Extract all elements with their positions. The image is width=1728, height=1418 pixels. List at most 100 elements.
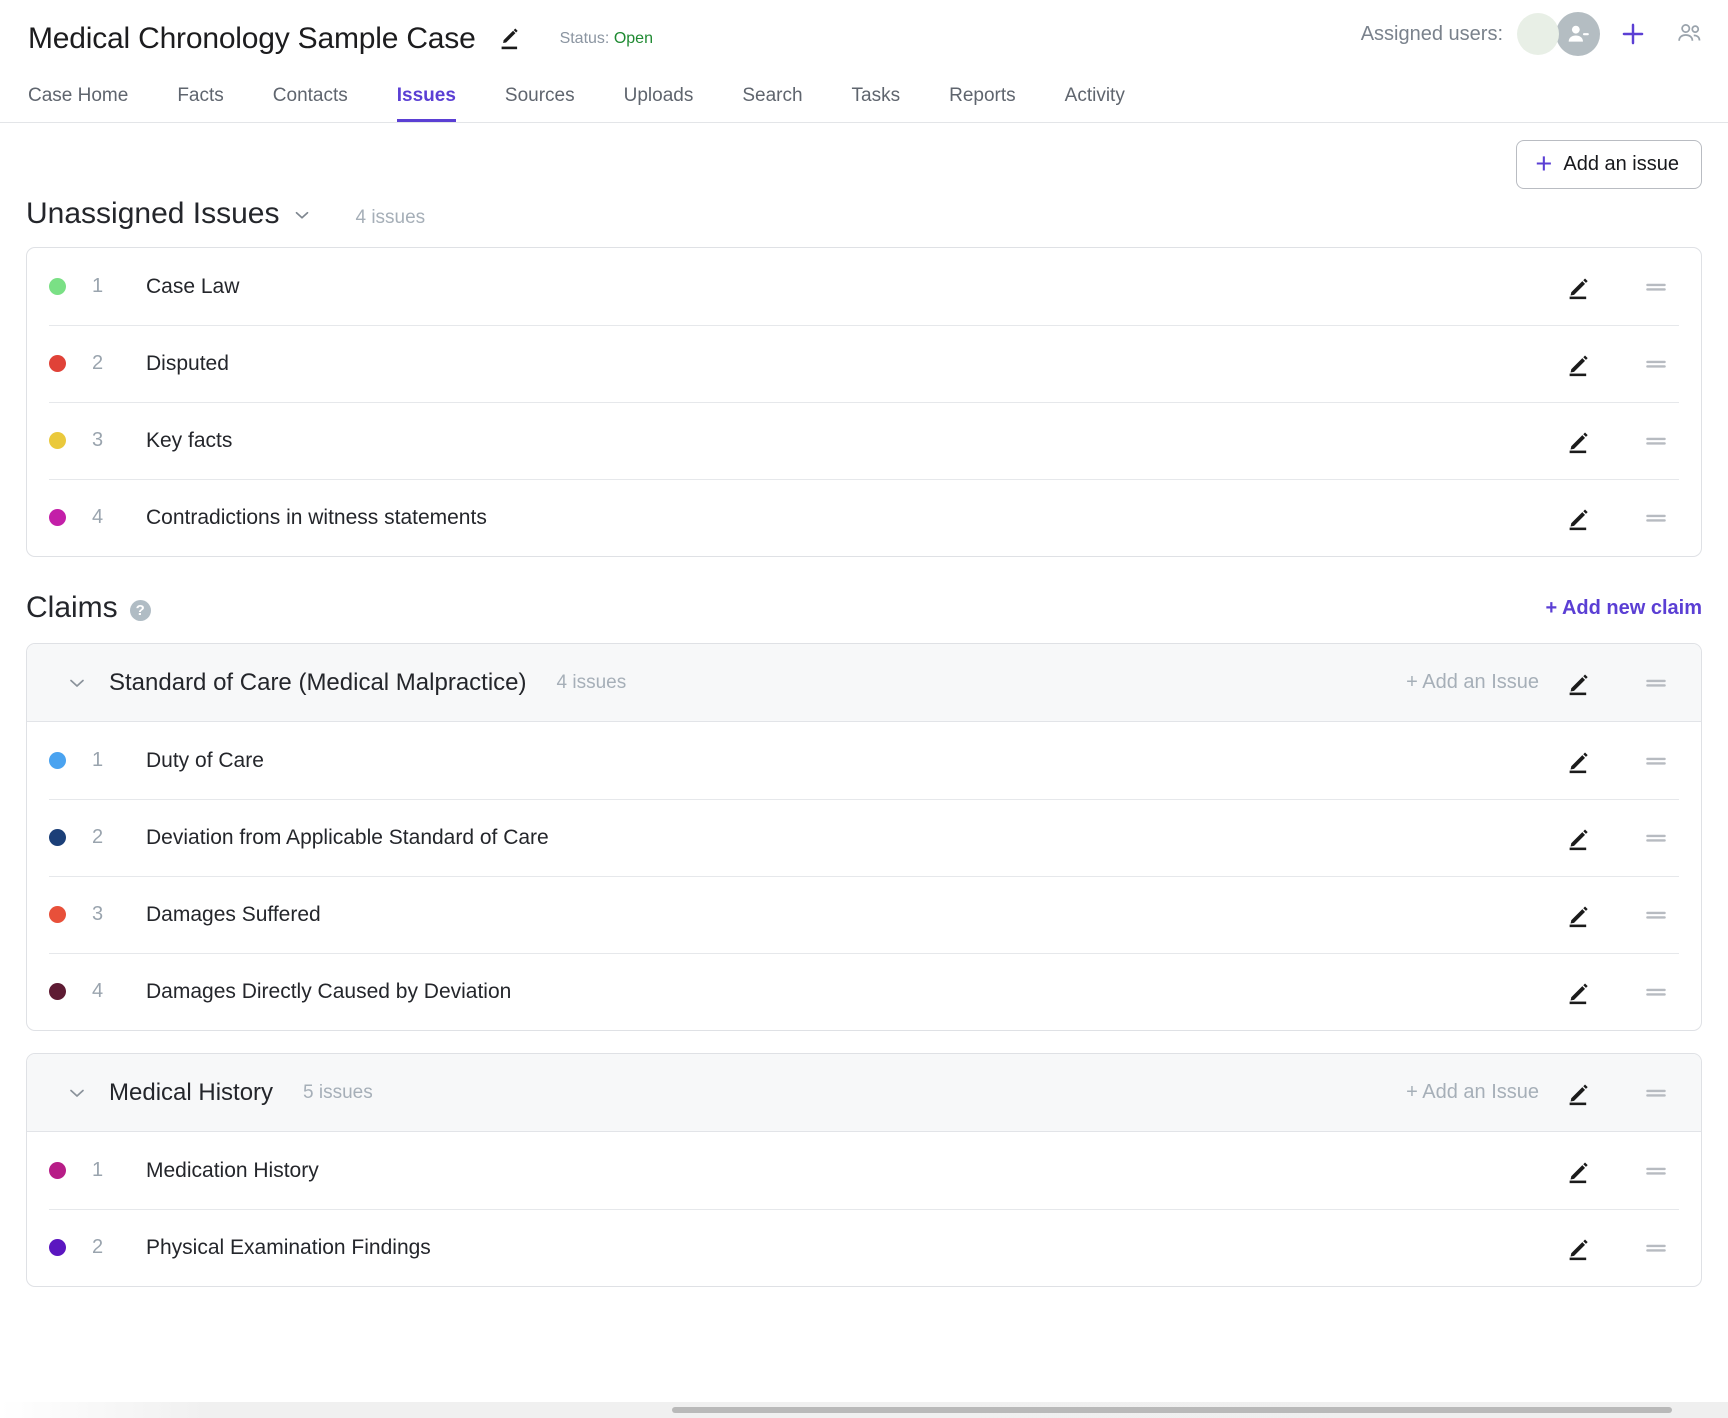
list-item[interactable]: 2 Physical Examination Findings xyxy=(27,1209,1701,1286)
pencil-icon[interactable] xyxy=(498,26,524,52)
plus-icon: + xyxy=(1535,154,1552,174)
tab-issues[interactable]: Issues xyxy=(397,85,456,122)
claim-add-issue-link[interactable]: + Add an Issue xyxy=(1406,1081,1539,1104)
row-actions xyxy=(1557,738,1701,784)
pencil-icon[interactable] xyxy=(1557,264,1603,310)
tab-activity[interactable]: Activity xyxy=(1065,85,1125,122)
chevron-down-icon[interactable] xyxy=(65,1081,89,1105)
pencil-icon[interactable] xyxy=(1557,1148,1603,1194)
issue-label: Disputed xyxy=(146,352,1557,376)
pencil-icon[interactable] xyxy=(1557,892,1603,938)
avatar-placeholder[interactable] xyxy=(1556,12,1600,56)
issue-label: Key facts xyxy=(146,429,1557,453)
tab-reports[interactable]: Reports xyxy=(949,85,1016,122)
add-issue-button[interactable]: + Add an issue xyxy=(1516,140,1702,189)
issue-label: Damages Directly Caused by Deviation xyxy=(146,980,1557,1004)
tab-uploads[interactable]: Uploads xyxy=(624,85,694,122)
issue-label: Deviation from Applicable Standard of Ca… xyxy=(146,826,1557,850)
list-item[interactable]: 3 Damages Suffered xyxy=(27,876,1701,953)
add-issue-toolbar: + Add an issue xyxy=(26,123,1702,189)
pencil-icon[interactable] xyxy=(1557,969,1603,1015)
list-item[interactable]: 2 Deviation from Applicable Standard of … xyxy=(27,799,1701,876)
issue-color-dot xyxy=(49,278,66,295)
claims-header: Claims ? + Add new claim xyxy=(26,591,1702,625)
drag-handle-icon[interactable] xyxy=(1633,892,1679,938)
main-nav: Case Home Facts Contacts Issues Sources … xyxy=(0,78,1728,123)
issue-color-dot xyxy=(49,1162,66,1179)
unassigned-issues-title: Unassigned Issues xyxy=(26,197,279,231)
drag-handle-icon[interactable] xyxy=(1633,1225,1679,1271)
horizontal-scrollbar[interactable] xyxy=(0,1402,1728,1418)
tab-case-home[interactable]: Case Home xyxy=(28,85,128,122)
drag-handle-icon[interactable] xyxy=(1633,1148,1679,1194)
issues-page-body: + Add an issue Unassigned Issues 4 issue… xyxy=(0,123,1728,1287)
issue-index: 2 xyxy=(92,352,146,375)
tab-tasks[interactable]: Tasks xyxy=(852,85,901,122)
pencil-icon[interactable] xyxy=(1557,660,1603,706)
claims-title: Claims xyxy=(26,591,118,625)
page-title: Medical Chronology Sample Case xyxy=(28,22,476,56)
list-item[interactable]: 4 Contradictions in witness statements xyxy=(27,479,1701,556)
drag-handle-icon[interactable] xyxy=(1633,815,1679,861)
list-item[interactable]: 1 Duty of Care xyxy=(27,722,1701,799)
row-actions xyxy=(1557,264,1701,310)
list-item[interactable]: 4 Damages Directly Caused by Deviation xyxy=(27,953,1701,1030)
app-header: Medical Chronology Sample Case Status: O… xyxy=(0,0,1728,78)
claim-header[interactable]: Standard of Care (Medical Malpractice) 4… xyxy=(27,644,1701,722)
list-item[interactable]: 2 Disputed xyxy=(27,325,1701,402)
drag-handle-icon[interactable] xyxy=(1633,1070,1679,1116)
tab-contacts[interactable]: Contacts xyxy=(273,85,348,122)
unassigned-issues-count: 4 issues xyxy=(355,207,425,229)
issue-label: Medication History xyxy=(146,1159,1557,1183)
status-label: Status: xyxy=(560,30,610,47)
drag-handle-icon[interactable] xyxy=(1633,738,1679,784)
row-actions xyxy=(1557,815,1701,861)
list-item[interactable]: 3 Key facts xyxy=(27,402,1701,479)
scrollbar-thumb[interactable] xyxy=(672,1407,1672,1413)
drag-handle-icon[interactable] xyxy=(1633,660,1679,706)
status-badge: Status: Open xyxy=(560,30,653,48)
issue-index: 1 xyxy=(92,1159,146,1182)
pencil-icon[interactable] xyxy=(1557,815,1603,861)
avatar[interactable] xyxy=(1517,13,1559,55)
list-item[interactable]: 1 Case Law xyxy=(27,248,1701,325)
issue-label: Duty of Care xyxy=(146,749,1557,773)
question-mark-icon[interactable]: ? xyxy=(130,600,151,621)
unassigned-issues-card: 1 Case Law 2 Disputed xyxy=(26,247,1702,557)
tab-search[interactable]: Search xyxy=(742,85,802,122)
pencil-icon[interactable] xyxy=(1557,495,1603,541)
pencil-icon[interactable] xyxy=(1557,1225,1603,1271)
people-icon[interactable] xyxy=(1674,18,1706,50)
issue-color-dot xyxy=(49,432,66,449)
issue-label: Damages Suffered xyxy=(146,903,1557,927)
pencil-icon[interactable] xyxy=(1557,418,1603,464)
pencil-icon[interactable] xyxy=(1557,341,1603,387)
drag-handle-icon[interactable] xyxy=(1633,418,1679,464)
drag-handle-icon[interactable] xyxy=(1633,969,1679,1015)
pencil-icon[interactable] xyxy=(1557,738,1603,784)
list-item[interactable]: 1 Medication History xyxy=(27,1132,1701,1209)
row-actions xyxy=(1557,1148,1701,1194)
tab-facts[interactable]: Facts xyxy=(177,85,223,122)
claim-name: Standard of Care (Medical Malpractice) xyxy=(109,669,527,697)
add-new-claim-link[interactable]: + Add new claim xyxy=(1545,597,1702,620)
claim-add-issue-link[interactable]: + Add an Issue xyxy=(1406,671,1539,694)
assigned-users-label: Assigned users: xyxy=(1361,23,1503,46)
pencil-icon[interactable] xyxy=(1557,1070,1603,1116)
row-actions xyxy=(1557,341,1701,387)
drag-handle-icon[interactable] xyxy=(1633,264,1679,310)
drag-handle-icon[interactable] xyxy=(1633,495,1679,541)
issue-color-dot xyxy=(49,906,66,923)
issue-index: 3 xyxy=(92,429,146,452)
claim-card: Medical History 5 issues + Add an Issue … xyxy=(26,1053,1702,1287)
add-user-button[interactable] xyxy=(1618,19,1648,49)
drag-handle-icon[interactable] xyxy=(1633,341,1679,387)
chevron-down-icon[interactable] xyxy=(291,204,313,226)
chevron-down-icon[interactable] xyxy=(65,671,89,695)
issue-label: Contradictions in witness statements xyxy=(146,506,1557,530)
claim-header[interactable]: Medical History 5 issues + Add an Issue xyxy=(27,1054,1701,1132)
tab-sources[interactable]: Sources xyxy=(505,85,575,122)
issue-color-dot xyxy=(49,752,66,769)
row-actions xyxy=(1557,892,1701,938)
row-actions xyxy=(1557,495,1701,541)
